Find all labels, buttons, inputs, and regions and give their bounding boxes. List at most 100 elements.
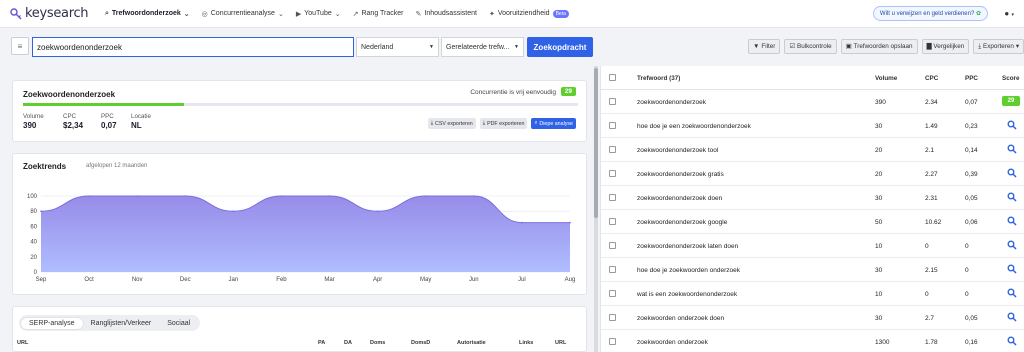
data-point — [232, 210, 235, 212]
data-point — [280, 195, 283, 197]
serp-col-header: URL — [555, 340, 567, 346]
search-icon[interactable] — [1007, 216, 1017, 226]
trend-area — [41, 196, 570, 272]
nav-item-2[interactable]: ▶ YouTube ⌄ — [296, 10, 341, 18]
row-checkbox[interactable] — [609, 170, 616, 177]
nav-item-5[interactable]: ✦ Vooruitziendheid Beta — [489, 9, 569, 18]
kw-col-header: CPC — [925, 75, 939, 82]
search-icon[interactable] — [1007, 144, 1017, 154]
kw-cell-kw[interactable]: zoekwoorden onderzoek — [637, 339, 708, 346]
kw-cell-kw[interactable]: zoekwoordenonderzoek google — [637, 219, 727, 226]
serp-tab-1[interactable]: Ranglijsten/Verkeer — [83, 318, 160, 329]
serp-card: SERP-analyse Ranglijsten/Verkeer Sociaal U… — [12, 306, 587, 352]
country-select[interactable]: Nederland ▼ — [356, 37, 439, 57]
csv-export-button[interactable]: ⤓ CSV exporteren — [427, 118, 476, 129]
download-icon: ⤓ — [978, 42, 982, 50]
kw-cell-kw[interactable]: wat is een zoekwoordenonderzoek — [637, 291, 737, 298]
deep-analysis-button[interactable]: ⌕ Diepe analyse — [531, 118, 576, 129]
row-checkbox[interactable] — [609, 290, 616, 297]
x-tick-label: Sep — [36, 277, 47, 283]
search-icon[interactable] — [1007, 264, 1017, 274]
row-checkbox[interactable] — [609, 266, 616, 273]
row-checkbox[interactable] — [609, 242, 616, 249]
keyword-table: Trefwoord (37) Volume CPC PPC Score zoekwoor… — [600, 66, 1024, 352]
toolbar-label: Bulkcontrole — [797, 43, 832, 50]
nav-label: Concurrentieanalyse — [210, 10, 275, 17]
referral-banner[interactable]: Wilt u verwijzen en geld verdienen? ✿ — [872, 6, 988, 21]
row-checkbox[interactable] — [609, 146, 616, 153]
table-row[interactable]: zoekwoorden onderzoek 1300 1.78 0,16 — [601, 330, 1024, 352]
table-row[interactable]: zoekwoorden onderzoek doen 30 2.7 0,05 — [601, 306, 1024, 330]
select-all-checkbox[interactable] — [609, 74, 616, 81]
kw-cell-kw[interactable]: zoekwoordenonderzoek gratis — [637, 171, 724, 178]
table-row[interactable]: zoekwoordenonderzoek doen 30 2.31 0,05 — [601, 186, 1024, 210]
kw-cell-kw[interactable]: hoe doe je zoekwoorden onderzoek — [637, 267, 740, 274]
table-row[interactable]: zoekwoordenonderzoek laten doen 10 0 0 — [601, 234, 1024, 258]
kw-cell-volume: 1300 — [875, 339, 890, 346]
search-icon[interactable] — [1007, 168, 1017, 178]
table-row[interactable]: zoekwoordenonderzoek tool 20 2.1 0,14 — [601, 138, 1024, 162]
toolbar-button-1[interactable]: ☑ Bulkcontrole — [784, 39, 837, 54]
search-icon[interactable] — [1007, 336, 1017, 346]
kw-cell-volume: 10 — [875, 243, 883, 250]
search-button[interactable]: Zoekopdracht — [527, 37, 593, 57]
compass-icon: ◎ — [201, 10, 208, 18]
nav-item-3[interactable]: ↗ Rang Tracker — [353, 10, 404, 18]
kw-cell-cpc: 2.27 — [925, 171, 938, 178]
row-checkbox[interactable] — [609, 218, 616, 225]
table-row[interactable]: wat is een zoekwoordenonderzoek 10 0 0 — [601, 282, 1024, 306]
keyword-input[interactable]: zoekwoordenonderzoek — [32, 37, 354, 57]
toolbar-button-4[interactable]: ⤓ Exporteren ▾ — [973, 39, 1024, 54]
menu-icon[interactable]: ≡ — [11, 37, 29, 55]
search-icon[interactable] — [1007, 240, 1017, 250]
search-icon[interactable] — [1007, 288, 1017, 298]
table-row[interactable]: zoekwoordenonderzoek 390 2.34 0,07 29 — [601, 90, 1024, 114]
mode-select[interactable]: Gerelateerde trefw... ▼ — [441, 37, 524, 57]
kw-cell-kw[interactable]: zoekwoorden onderzoek doen — [637, 315, 724, 322]
table-row[interactable]: zoekwoordenonderzoek google 50 10.62 0,06 — [601, 210, 1024, 234]
serp-tab-0[interactable]: SERP-analyse — [21, 317, 83, 329]
row-checkbox[interactable] — [609, 338, 616, 345]
filter-icon: ▼ — [753, 43, 760, 50]
nav-item-1[interactable]: ◎ Concurrentieanalyse ⌄ — [202, 10, 284, 18]
scrollbar-thumb[interactable] — [594, 68, 598, 218]
kw-cell-ppc: 0,05 — [965, 315, 978, 322]
row-checkbox[interactable] — [609, 98, 616, 105]
data-point — [376, 210, 379, 212]
user-icon[interactable]: ● ▾ — [1004, 9, 1014, 18]
kw-cell-kw[interactable]: zoekwoordenonderzoek tool — [637, 147, 718, 154]
search-icon[interactable] — [1007, 312, 1017, 322]
toolbar-button-2[interactable]: ▣ Trefwoorden opslaan — [840, 39, 918, 54]
data-point — [40, 210, 42, 212]
kw-cell-kw[interactable]: hoe doe je een zoekwoordenonderzoek — [637, 123, 751, 130]
row-checkbox[interactable] — [609, 314, 616, 321]
kw-cell-kw[interactable]: zoekwoordenonderzoek — [637, 99, 706, 106]
x-tick-label: Mar — [324, 277, 334, 283]
kw-cell-volume: 10 — [875, 291, 883, 298]
toolbar-button-3[interactable]: ▇ Vergelijken — [921, 39, 970, 54]
kw-cell-cpc: 10.62 — [925, 219, 942, 226]
search-icon[interactable] — [1007, 120, 1017, 130]
search-icon[interactable] — [1007, 192, 1017, 202]
logo[interactable]: keysearch — [10, 6, 95, 21]
nav-item-4[interactable]: ✎ Inhoudsassistent — [416, 10, 477, 18]
serp-tab-2[interactable]: Sociaal — [159, 318, 198, 329]
row-checkbox[interactable] — [609, 122, 616, 129]
kw-cell-volume: 50 — [875, 219, 883, 226]
y-tick-label: 0 — [34, 270, 38, 276]
pdf-export-button[interactable]: ⤓ PDF exporteren — [479, 118, 528, 129]
toolbar-button-0[interactable]: ▼ Filter — [748, 39, 781, 54]
row-checkbox[interactable] — [609, 194, 616, 201]
scrollbar[interactable] — [594, 66, 598, 352]
nav-item-0[interactable]: ⌕ Trefwoordonderzoek ⌄ — [105, 10, 190, 18]
trends-card: Zoektrends afgelopen 12 maanden 0 20 40 60 8… — [12, 153, 587, 295]
download-icon: ⤓ — [482, 120, 486, 126]
table-row[interactable]: hoe doe je een zoekwoordenonderzoek 30 1.4… — [601, 114, 1024, 138]
kw-cell-kw[interactable]: zoekwoordenonderzoek laten doen — [637, 243, 738, 250]
kw-cell-kw[interactable]: zoekwoordenonderzoek doen — [637, 195, 722, 202]
table-row[interactable]: hoe doe je zoekwoorden onderzoek 30 2.15 0 — [601, 258, 1024, 282]
kw-cell-volume: 30 — [875, 267, 883, 274]
table-row[interactable]: zoekwoordenonderzoek gratis 20 2.27 0,39 — [601, 162, 1024, 186]
kw-cell-cpc: 2.31 — [925, 195, 938, 202]
kw-cell-ppc: 0,23 — [965, 123, 978, 130]
